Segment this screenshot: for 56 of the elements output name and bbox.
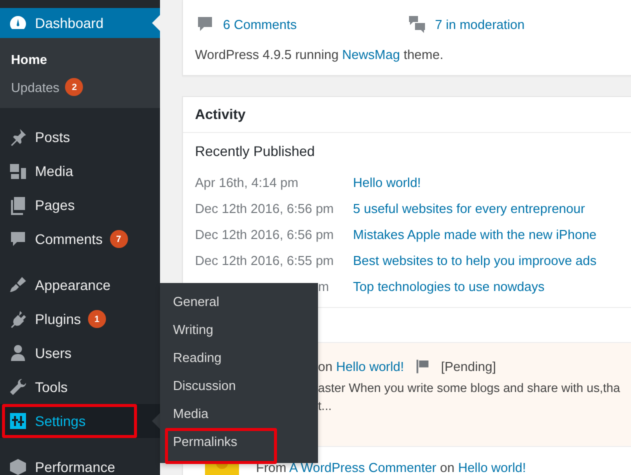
media-icon [8,161,28,181]
menu-item[interactable]: Media [0,154,160,188]
version-text: WordPress 4.9.5 running NewsMag theme. [195,46,444,64]
menu-item[interactable]: Performance [0,450,160,475]
post-link[interactable]: Hello world! [458,460,526,475]
status-label: [Pending] [441,358,496,374]
speech-bubble-icon [8,229,28,249]
count-badge: 2 [65,78,84,96]
author-link[interactable]: A WordPress Commenter [289,460,436,475]
menu-item[interactable]: Plugins 1 [0,302,160,336]
pages-icon [8,195,28,215]
cube-icon [8,457,28,475]
sliders-icon [8,411,28,431]
comment-excerpt: t... [318,399,332,413]
post-date: Dec 12th 2016, 6:55 pm [195,252,334,268]
post-link[interactable]: Hello world! [353,174,421,190]
stat-link[interactable]: 6 Comments [223,16,297,32]
count-badge: 1 [88,310,106,328]
wrench-icon [8,377,28,397]
menu-item[interactable]: Tools [0,370,160,404]
submenu-item[interactable]: Updates 2 [0,73,160,101]
menu-item[interactable]: Users [0,336,160,370]
speech-bubble-icon [195,14,215,34]
submenu-item[interactable]: Home [0,45,160,73]
submenu-item[interactable]: Permalinks [173,434,238,449]
submenu-item[interactable]: Media [173,406,208,421]
post-date: Apr 16th, 4:14 pm [195,174,298,190]
submenu-item[interactable]: General [173,294,220,309]
post-date: Dec 12th 2016, 6:56 pm [195,200,334,216]
post-date: Dec 12th 2016, 6:56 pm [195,226,334,242]
menu-item[interactable]: Pages [0,188,160,222]
user-icon [8,343,28,363]
post-link[interactable]: 5 useful websites for every entreprenour [353,200,585,216]
stat-link[interactable]: 7 in moderation [435,16,525,32]
menu-item[interactable]: Posts [0,120,160,154]
post-link[interactable]: Mistakes Apple made with the new iPhone [353,226,597,242]
speech-bubbles-icon [407,14,427,34]
theme-link[interactable]: NewsMag [342,47,400,62]
section-heading: Recently Published [195,143,315,159]
post-link[interactable]: Top technologies to use nowdays [353,278,545,294]
submenu-item[interactable]: Reading [173,350,222,365]
submenu-item[interactable]: Writing [173,322,214,337]
menu-item[interactable]: Settings [0,404,160,438]
submenu-item[interactable]: Discussion [173,378,236,393]
flag-icon [414,358,431,374]
comment-excerpt: aster When you write some blogs and share with us,tha [318,381,620,395]
menu-item[interactable]: Dashboard [0,8,160,38]
post-link[interactable]: Best websites to to help you improove ads [353,252,597,268]
count-badge: 7 [110,230,128,248]
post-date: m [318,278,329,294]
menu-item[interactable]: Appearance [0,268,160,302]
menu-item[interactable]: Comments 7 [0,222,160,256]
post-link[interactable]: Hello world! [336,358,404,374]
panel-title: Activity [195,106,246,122]
brush-icon [8,275,28,295]
comment-meta: on Hello world! [318,358,404,374]
